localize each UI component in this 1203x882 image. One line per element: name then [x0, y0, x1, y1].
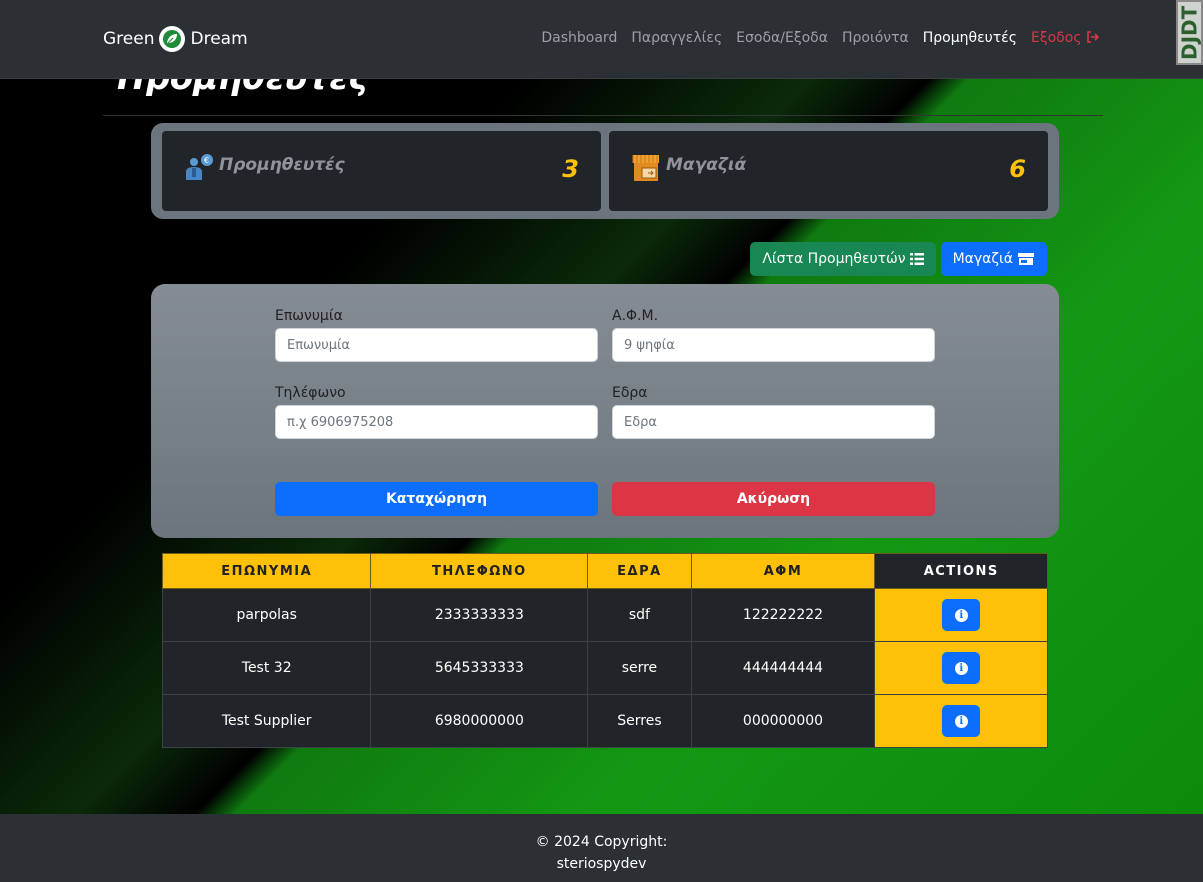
main-nav: Dashboard Παραγγελίες Εσοδα/Εξοδα Προιόν…: [541, 30, 1100, 46]
table-row: Test 32 5645333333 serre 444444444 i: [161, 641, 1048, 695]
name-group: Επωνυμία: [275, 308, 598, 362]
supplier-form: Επωνυμία Α.Φ.Μ. Τηλέφωνο Εδρα Καταχώρηση…: [151, 284, 1059, 538]
header-name: ΕΠΩΝΥΜΙΑ: [161, 553, 372, 589]
suppliers-table: ΕΠΩΝΥΜΙΑ ΤΗΛΕΦΩΝΟ ΕΔΡΑ ΑΦΜ ACTIONS parpo…: [161, 553, 1048, 748]
afm-input[interactable]: [612, 328, 935, 362]
nav-logout[interactable]: Εξοδος: [1031, 30, 1100, 46]
seat-label: Εδρα: [612, 385, 648, 401]
list-icon: [909, 253, 924, 265]
cell-phone: 5645333333: [370, 641, 589, 695]
table-row: parpolas 2333333333 sdf 122222222 i: [161, 588, 1048, 642]
stats-panel: € Προμηθευτές 3 Μαγαζιά 6: [151, 123, 1059, 219]
cell-afm: 000000000: [690, 694, 876, 748]
cell-actions: i: [874, 694, 1048, 748]
brand-logo[interactable]: Green Dream: [103, 25, 248, 53]
nav-products[interactable]: Προιόντα: [842, 30, 909, 46]
cell-name: Test Supplier: [161, 694, 372, 748]
stores-button[interactable]: Μαγαζιά: [940, 242, 1047, 276]
leaf-icon: [159, 26, 186, 52]
nav-suppliers[interactable]: Προμηθευτές: [923, 30, 1017, 46]
info-button[interactable]: i: [942, 705, 981, 737]
info-button[interactable]: i: [942, 599, 981, 631]
table-header-row: ΕΠΩΝΥΜΙΑ ΤΗΛΕΦΩΝΟ ΕΔΡΑ ΑΦΜ ACTIONS: [161, 553, 1048, 589]
seat-group: Εδρα: [612, 385, 935, 439]
name-input[interactable]: [275, 328, 598, 362]
brand-text-left: Green: [103, 29, 155, 49]
header-seat: ΕΔΡΑ: [587, 553, 692, 589]
header-actions: ACTIONS: [874, 553, 1048, 589]
afm-group: Α.Φ.Μ.: [612, 308, 935, 362]
cell-afm: 444444444: [690, 641, 876, 695]
logout-icon: [1087, 31, 1100, 43]
stat-label-stores: Μαγαζιά: [666, 155, 747, 175]
svg-text:€: €: [204, 156, 209, 165]
cell-name: Test 32: [161, 641, 372, 695]
stores-button-label: Μαγαζιά: [952, 251, 1013, 267]
cell-name: parpolas: [161, 588, 372, 642]
brand-text-right: Dream: [190, 29, 248, 49]
author-link[interactable]: steriospydev: [0, 853, 1203, 875]
phone-label: Τηλέφωνο: [275, 385, 346, 401]
cell-actions: i: [874, 588, 1048, 642]
title-divider: [103, 115, 1103, 116]
phone-input[interactable]: [275, 405, 598, 439]
shop-icon: [1018, 253, 1034, 265]
table-row: Test Supplier 6980000000 Serres 00000000…: [161, 694, 1048, 748]
seat-input[interactable]: [612, 405, 935, 439]
cell-actions: i: [874, 641, 1048, 695]
phone-group: Τηλέφωνο: [275, 385, 598, 439]
header-afm: ΑΦΜ: [690, 553, 876, 589]
debug-toolbar-handle[interactable]: DJDT: [1176, 0, 1203, 65]
header-phone: ΤΗΛΕΦΩΝΟ: [370, 553, 589, 589]
submit-button[interactable]: Καταχώρηση: [275, 482, 598, 516]
cell-afm: 122222222: [690, 588, 876, 642]
info-button[interactable]: i: [942, 652, 981, 684]
afm-label: Α.Φ.Μ.: [612, 308, 659, 324]
name-label: Επωνυμία: [275, 308, 343, 324]
cell-seat: sdf: [587, 588, 692, 642]
info-icon: i: [954, 714, 968, 728]
stat-value-stores: 6: [1009, 155, 1026, 183]
cell-seat: serre: [587, 641, 692, 695]
cell-phone: 6980000000: [370, 694, 589, 748]
stat-card-stores: Μαγαζιά 6: [609, 131, 1048, 211]
info-icon: i: [954, 608, 968, 622]
nav-dashboard[interactable]: Dashboard: [541, 30, 617, 46]
cancel-button[interactable]: Ακύρωση: [612, 482, 935, 516]
logout-label: Εξοδος: [1030, 30, 1082, 46]
top-navbar: Green Dream Dashboard Παραγγελίες Εσοδα/…: [0, 0, 1203, 79]
footer: © 2024 Copyright: steriospydev: [0, 814, 1203, 882]
info-icon: i: [954, 661, 968, 675]
supplier-list-label: Λίστα Προμηθευτών: [762, 251, 906, 267]
nav-orders[interactable]: Παραγγελίες: [631, 30, 722, 46]
cell-seat: Serres: [587, 694, 692, 748]
stat-card-suppliers: € Προμηθευτές 3: [162, 131, 601, 211]
stat-value-suppliers: 3: [562, 155, 579, 183]
action-buttons: Λίστα Προμηθευτών Μαγαζιά: [750, 242, 1047, 276]
nav-income-expenses[interactable]: Εσοδα/Εξοδα: [736, 30, 828, 46]
copyright-text: © 2024 Copyright:: [535, 834, 668, 850]
supplier-icon: €: [184, 153, 214, 185]
store-icon: [631, 153, 661, 187]
stat-label-suppliers: Προμηθευτές: [219, 155, 345, 175]
cell-phone: 2333333333: [370, 588, 589, 642]
supplier-list-button[interactable]: Λίστα Προμηθευτών: [750, 242, 936, 276]
